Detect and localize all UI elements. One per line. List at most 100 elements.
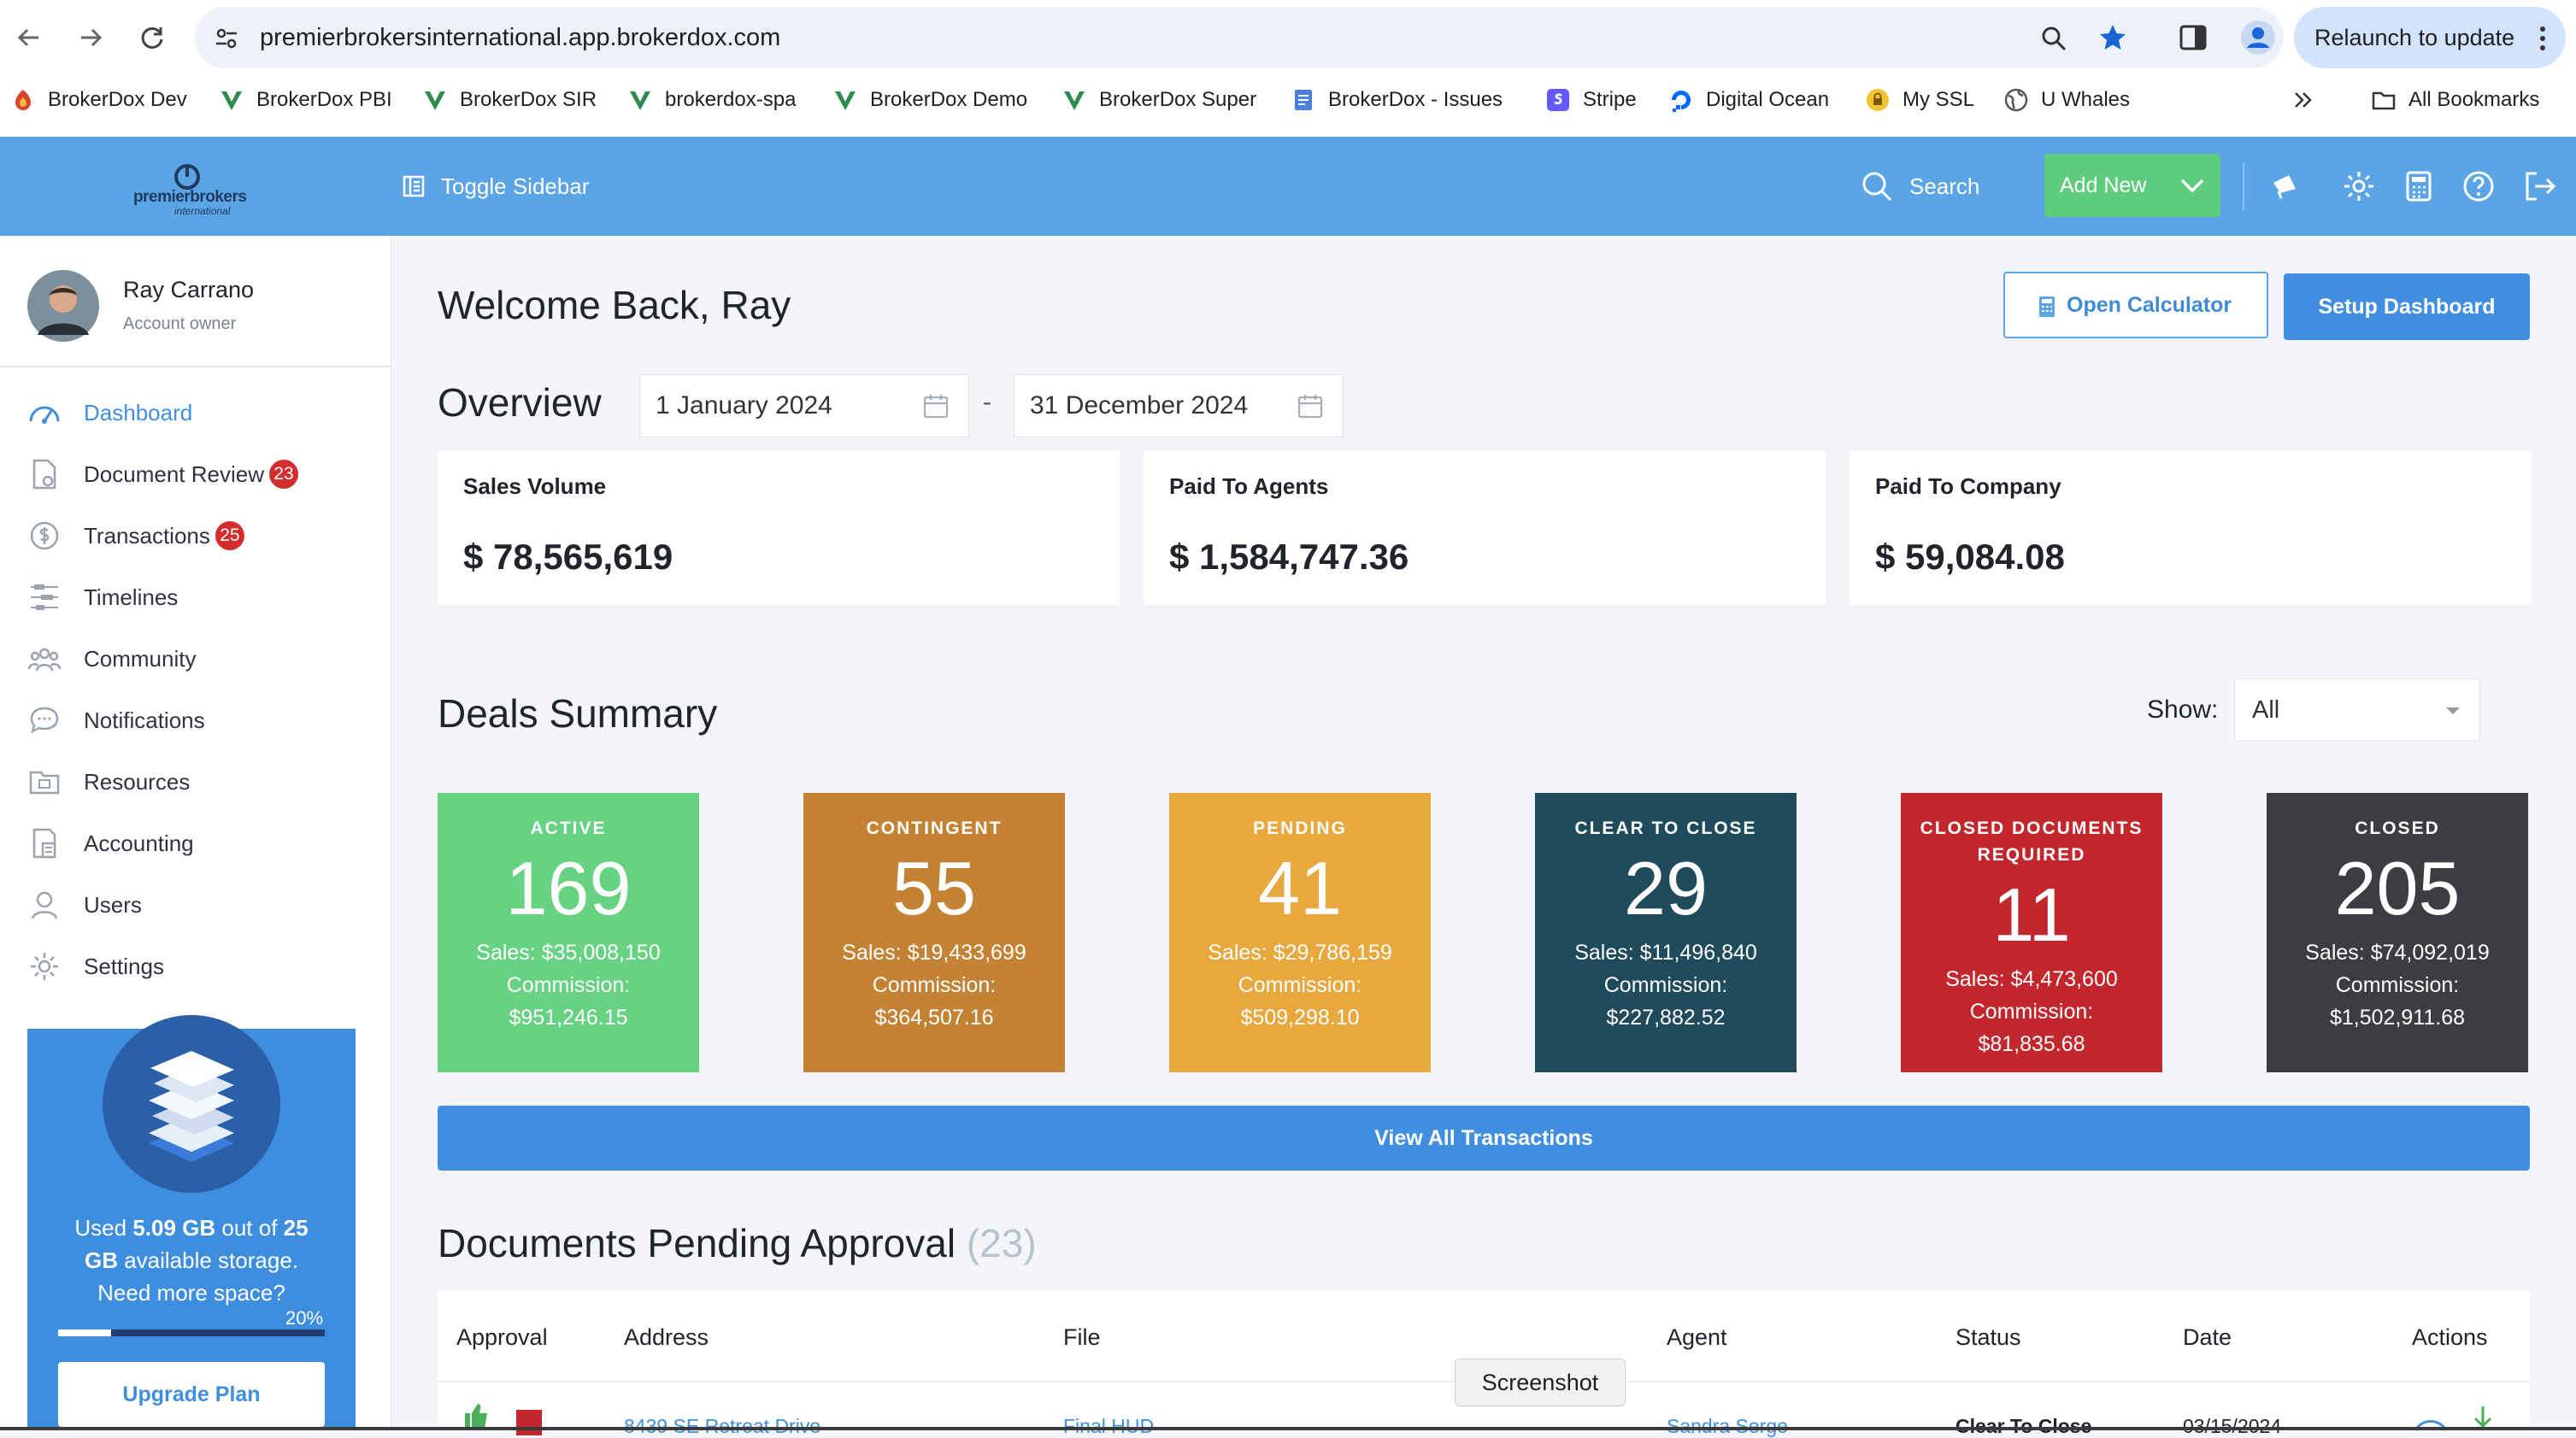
transactions-badge: 25 — [215, 521, 244, 550]
deal-card-active[interactable]: ACTIVE 169 Sales: $35,008,150 Commission… — [438, 793, 699, 1072]
add-new-button[interactable]: Add New — [2044, 154, 2220, 217]
dollar-icon — [30, 521, 59, 550]
sidebar-item-notifications[interactable]: Notifications — [27, 699, 205, 742]
megaphone-icon[interactable] — [2268, 169, 2303, 203]
search-button[interactable]: Search — [1860, 137, 1988, 236]
show-label: Show: — [2147, 696, 2219, 724]
sidebar: Ray Carrano Account owner Dashboard Docu… — [0, 236, 391, 1430]
logout-icon[interactable] — [2523, 169, 2557, 203]
bookmark-brokerdox-demo[interactable]: BrokerDox Demo — [832, 82, 1027, 118]
deals-summary-heading: Deals Summary — [438, 691, 718, 736]
gear-icon — [31, 953, 58, 980]
bookmark-stripe[interactable]: Stripe — [1545, 82, 1637, 118]
site-info-icon[interactable] — [214, 26, 239, 51]
browser-chrome: premierbrokersinternational.app.brokerdo… — [0, 0, 2576, 137]
bookmark-u-whales[interactable]: U Whales — [2003, 82, 2130, 118]
sidebar-item-users[interactable]: Users — [27, 883, 142, 926]
deal-card-clear-to-close[interactable]: CLEAR TO CLOSE 29 Sales: $11,496,840 Com… — [1535, 793, 1797, 1072]
bookmark-brokerdox-dev[interactable]: BrokerDox Dev — [10, 82, 187, 118]
forward-button[interactable] — [68, 15, 113, 60]
storage-stack-icon — [103, 1015, 280, 1193]
sales-volume-card: Sales Volume $ 78,565,619 — [438, 451, 1120, 605]
deal-card-pending[interactable]: PENDING 41 Sales: $29,786,159 Commission… — [1169, 793, 1431, 1072]
column-header-agent[interactable]: Agent — [1667, 1324, 1727, 1351]
sidebar-item-document-review[interactable]: Document Review 23 — [27, 453, 298, 496]
storage-progress-fill — [58, 1329, 112, 1336]
date-to-field[interactable]: 31 December 2024 — [1014, 374, 1344, 437]
setup-dashboard-button[interactable]: Setup Dashboard — [2284, 273, 2530, 340]
show-select[interactable]: All — [2234, 678, 2480, 742]
paid-to-agents-card: Paid To Agents $ 1,584,747.36 — [1144, 451, 1826, 605]
bookmark-brokerdox-super[interactable]: BrokerDox Super — [1062, 82, 1256, 118]
relaunch-button[interactable]: Relaunch to update — [2294, 7, 2566, 68]
more-vert-icon — [2540, 26, 2545, 50]
zoom-icon[interactable] — [2039, 24, 2068, 53]
column-header-address[interactable]: Address — [624, 1324, 709, 1351]
bookmark-digital-ocean[interactable]: Digital Ocean — [1668, 82, 1829, 118]
sidebar-item-dashboard[interactable]: Dashboard — [27, 391, 192, 434]
sidebar-item-resources[interactable]: Resources — [27, 760, 190, 803]
user-icon — [31, 891, 58, 919]
bookmark-brokerdox-spa[interactable]: brokerdox-spa — [627, 82, 796, 118]
calendar-icon[interactable] — [922, 392, 950, 420]
storage-usage-text: Used 5.09 GB out of 25 GB available stor… — [74, 1215, 309, 1306]
url-text[interactable]: premierbrokersinternational.app.brokerdo… — [260, 7, 780, 68]
column-header-date[interactable]: Date — [2183, 1324, 2232, 1351]
logo-subtext: international — [174, 205, 231, 217]
bookmark-my-ssl[interactable]: My SSL — [1865, 82, 1974, 118]
sidebar-item-transactions[interactable]: Transactions 25 — [27, 514, 244, 557]
folder-icon — [29, 771, 60, 795]
toggle-sidebar-button[interactable]: Toggle Sidebar — [402, 137, 607, 236]
column-header-actions[interactable]: Actions — [2412, 1324, 2488, 1351]
deal-card-closed-documents-required[interactable]: CLOSED DOCUMENTS REQUIRED 11 Sales: $4,4… — [1901, 793, 2162, 1072]
column-header-approval[interactable]: Approval — [456, 1324, 548, 1351]
upgrade-plan-button[interactable]: Upgrade Plan — [58, 1362, 325, 1427]
folder-icon — [2372, 91, 2396, 110]
address-bar[interactable]: premierbrokersinternational.app.brokerdo… — [195, 7, 2284, 68]
card-value: $ 59,084.08 — [1875, 537, 2065, 577]
card-value: $ 1,584,747.36 — [1169, 537, 1409, 577]
bookmark-brokerdox-issues[interactable]: BrokerDox - Issues — [1291, 82, 1503, 118]
reload-button[interactable] — [130, 15, 174, 60]
calculator-icon[interactable] — [2402, 169, 2436, 203]
column-header-file[interactable]: File — [1063, 1324, 1101, 1351]
deal-card-contingent[interactable]: CONTINGENT 55 Sales: $19,433,699 Commiss… — [803, 793, 1065, 1072]
sidebar-item-settings[interactable]: Settings — [27, 945, 164, 988]
bookmark-brokerdox-pbi[interactable]: BrokerDox PBI — [219, 82, 392, 118]
gear-icon[interactable] — [2342, 169, 2376, 203]
brokerdox-dev-icon — [15, 90, 31, 110]
calendar-icon[interactable] — [1297, 392, 1324, 420]
all-bookmarks[interactable]: All Bookmarks — [2371, 82, 2539, 118]
sidebar-item-accounting[interactable]: Accounting — [27, 822, 194, 865]
back-button[interactable] — [7, 15, 51, 60]
document-review-badge: 23 — [268, 460, 298, 489]
user-profile[interactable]: Ray Carrano Account owner — [0, 236, 391, 367]
chevron-double-right-icon[interactable] — [2292, 89, 2314, 111]
open-calculator-button[interactable]: Open Calculator — [2003, 272, 2268, 338]
brokerdox-v-icon — [1064, 91, 1085, 110]
sidebar-item-timelines[interactable]: Timelines — [27, 576, 178, 619]
bottom-edge — [0, 1427, 2576, 1430]
profile-icon[interactable] — [2239, 19, 2277, 56]
thumbs-down-icon[interactable] — [515, 1408, 544, 1437]
deal-card-closed[interactable]: CLOSED 205 Sales: $74,092,019 Commission… — [2267, 793, 2528, 1072]
document-review-icon — [32, 459, 56, 490]
company-logo[interactable]: premierbrokers international — [128, 162, 251, 217]
stripe-icon — [1547, 89, 1569, 111]
column-header-status[interactable]: Status — [1956, 1324, 2021, 1351]
paid-to-company-card: Paid To Company $ 59,084.08 — [1850, 451, 2532, 605]
timeline-icon — [31, 584, 58, 610]
thumbs-up-icon[interactable] — [462, 1401, 491, 1430]
brokerdox-v-icon — [425, 91, 445, 110]
card-value: $ 78,565,619 — [463, 537, 673, 577]
sidebar-toggle-icon — [403, 175, 425, 197]
sidebar-item-community[interactable]: Community — [27, 637, 196, 680]
documents-pending-heading: Documents Pending Approval (23) — [438, 1221, 1037, 1265]
bookmark-star-icon[interactable] — [2097, 22, 2128, 53]
help-icon[interactable] — [2461, 169, 2496, 203]
side-panel-icon[interactable] — [2178, 22, 2208, 53]
view-all-transactions-button[interactable]: View All Transactions — [438, 1106, 2530, 1171]
date-from-field[interactable]: 1 January 2024 — [639, 374, 969, 437]
arrow-right-icon — [81, 28, 103, 47]
bookmark-brokerdox-sir[interactable]: BrokerDox SIR — [422, 82, 597, 118]
